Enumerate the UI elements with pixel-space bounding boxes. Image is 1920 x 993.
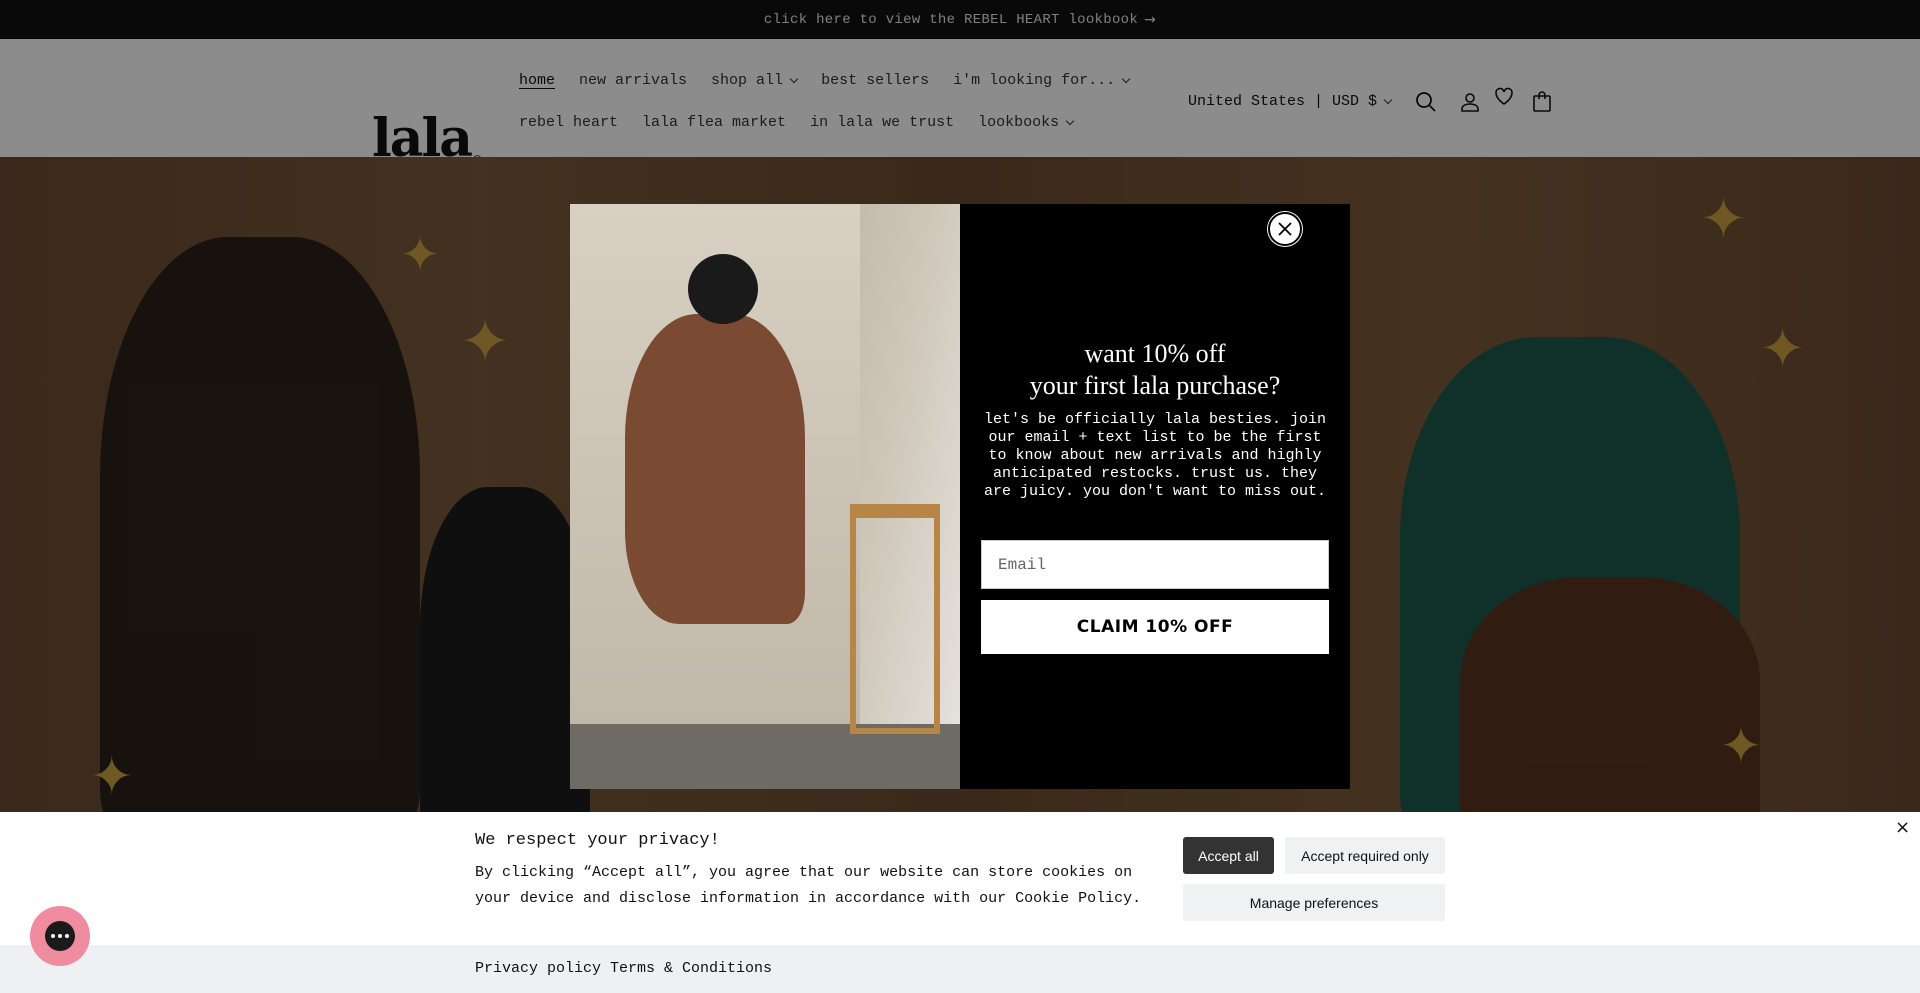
claim-discount-button[interactable]: CLAIM 10% OFF <box>981 600 1329 654</box>
chat-icon <box>45 921 75 951</box>
newsletter-popup: want 10% off your first lala purchase? l… <box>570 204 1350 789</box>
popup-image-hair <box>688 254 758 324</box>
accept-required-button[interactable]: Accept required only <box>1285 837 1445 874</box>
popup-title: want 10% off your first lala purchase? <box>1029 339 1281 400</box>
manage-preferences-button[interactable]: Manage preferences <box>1183 884 1445 921</box>
cookie-title: We respect your privacy! <box>475 831 720 850</box>
cookie-links: Privacy policy Terms & Conditions <box>475 960 781 977</box>
accept-all-button[interactable]: Accept all <box>1183 837 1274 874</box>
email-field[interactable] <box>981 540 1329 589</box>
popup-body-text: let's be officially lala besties. join o… <box>983 411 1327 500</box>
popup-image <box>570 204 960 789</box>
popup-image-cardigan <box>625 314 805 624</box>
popup-image-director-chair <box>850 504 940 734</box>
privacy-policy-link[interactable]: Privacy policy <box>475 960 601 977</box>
popup-content: want 10% off your first lala purchase? l… <box>960 204 1350 789</box>
cookie-text: By clicking “Accept all”, you agree that… <box>475 864 1142 907</box>
cookie-banner: We respect your privacy! By clicking “Ac… <box>0 812 1920 945</box>
chat-widget-button[interactable] <box>30 906 90 966</box>
terms-conditions-link[interactable]: Terms & Conditions <box>610 960 772 977</box>
close-icon[interactable] <box>1268 212 1302 246</box>
close-icon[interactable]: × <box>1895 817 1910 838</box>
cookie-footer: Privacy policy Terms & Conditions <box>0 945 1920 993</box>
